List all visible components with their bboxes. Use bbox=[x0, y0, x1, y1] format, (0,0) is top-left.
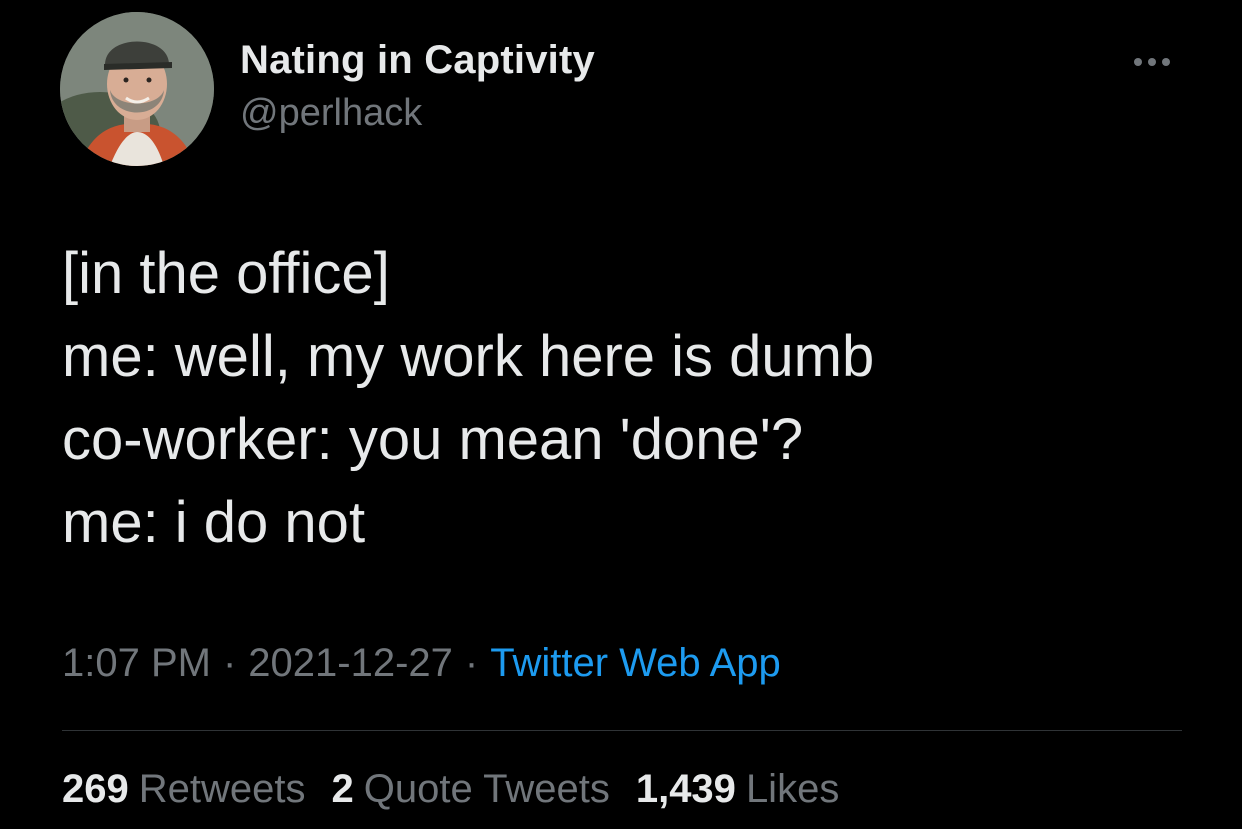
tweet-metadata: 1:07 PM · 2021-12-27 · Twitter Web App bbox=[62, 641, 781, 686]
more-dot bbox=[1162, 58, 1170, 66]
likes-stat[interactable]: 1,439 Likes bbox=[636, 767, 840, 812]
tweet-text-line: me: well, my work here is dumb bbox=[62, 324, 875, 389]
tweet-text-line: [in the office] bbox=[62, 241, 390, 306]
tweet-stats: 269 Retweets 2 Quote Tweets 1,439 Likes bbox=[62, 767, 865, 812]
quote-tweets-count: 2 bbox=[331, 767, 354, 811]
tweet-text-line: me: i do not bbox=[62, 490, 366, 555]
tweet-detail: Nating in Captivity @perlhack [in the of… bbox=[0, 0, 1242, 829]
retweets-count: 269 bbox=[62, 767, 129, 811]
tweet-date[interactable]: 2021-12-27 bbox=[248, 641, 453, 685]
more-dot bbox=[1148, 58, 1156, 66]
likes-count: 1,439 bbox=[635, 767, 736, 811]
meta-separator: · bbox=[464, 641, 479, 685]
tweet-text: [in the office] me: well, my work here i… bbox=[62, 232, 1182, 564]
more-dot bbox=[1134, 58, 1142, 66]
quote-tweets-label: Quote Tweets bbox=[363, 767, 610, 811]
likes-label: Likes bbox=[745, 767, 840, 811]
quote-tweets-stat[interactable]: 2 Quote Tweets bbox=[332, 767, 610, 812]
meta-separator: · bbox=[222, 641, 237, 685]
more-horizontal-icon[interactable] bbox=[1130, 50, 1178, 74]
retweets-label: Retweets bbox=[138, 767, 306, 811]
tweet-time[interactable]: 1:07 PM bbox=[62, 641, 211, 685]
divider bbox=[62, 730, 1182, 731]
author-display-name[interactable]: Nating in Captivity bbox=[240, 38, 595, 83]
avatar-photo bbox=[60, 12, 214, 166]
author-handle[interactable]: @perlhack bbox=[240, 92, 422, 135]
retweets-stat[interactable]: 269 Retweets bbox=[62, 767, 306, 812]
tweet-text-line: co-worker: you mean 'done'? bbox=[62, 407, 804, 472]
avatar[interactable] bbox=[60, 12, 214, 166]
tweet-source-link[interactable]: Twitter Web App bbox=[490, 641, 781, 685]
